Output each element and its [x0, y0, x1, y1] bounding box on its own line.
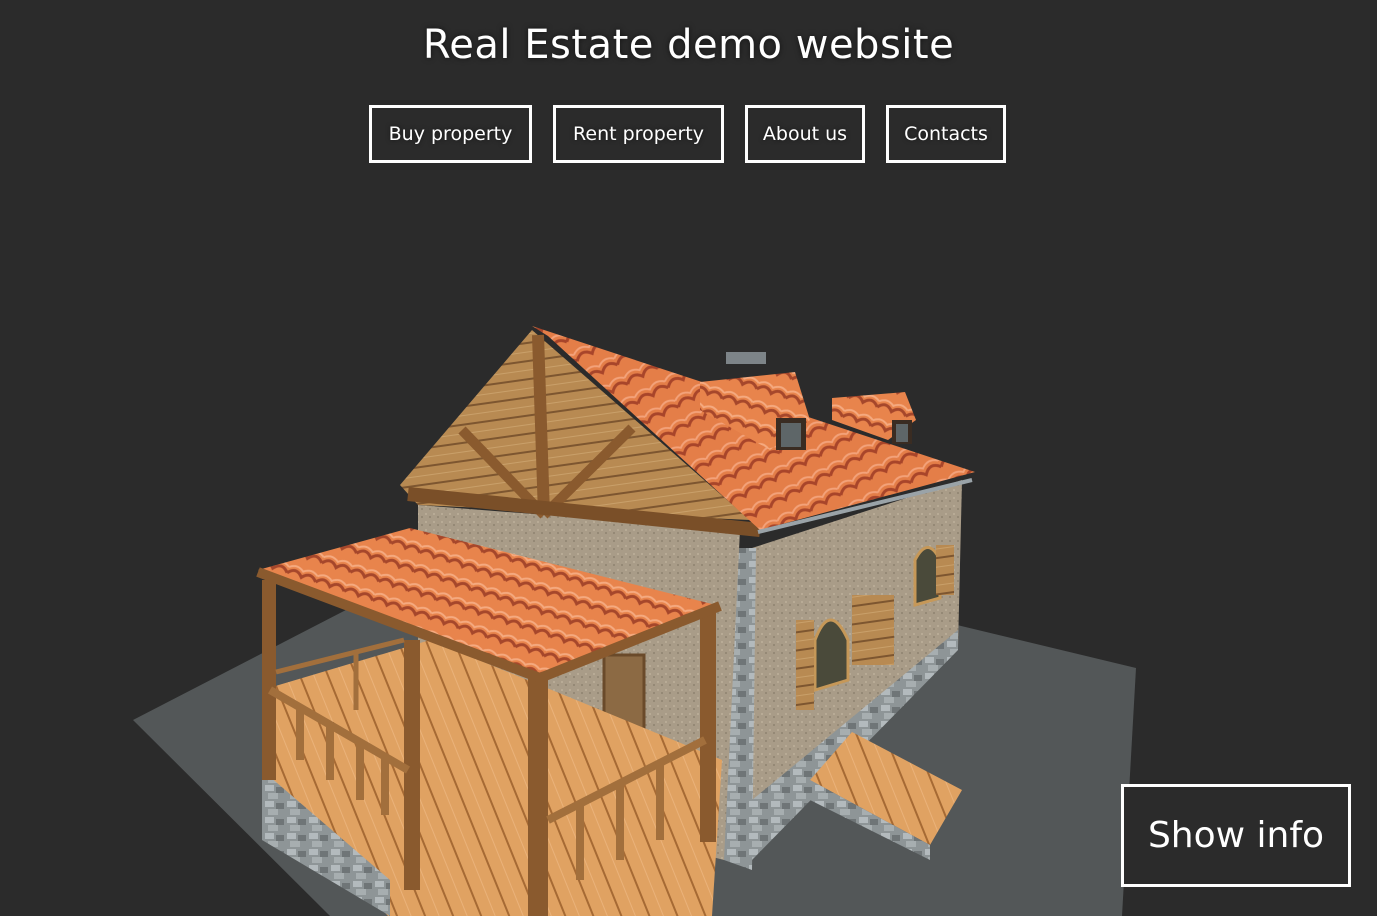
porch-post-1	[262, 580, 276, 780]
page-title: Real Estate demo website	[422, 22, 955, 68]
buy-property-button[interactable]: Buy property	[369, 105, 532, 163]
app-root: Real Estate demo website Buy property Re…	[0, 0, 1377, 916]
rent-property-button[interactable]: Rent property	[553, 105, 724, 163]
chimney	[726, 352, 766, 364]
show-info-button[interactable]: Show info	[1121, 784, 1351, 887]
porch-post-3	[528, 672, 548, 916]
gable-beam-vertical	[532, 334, 550, 516]
about-us-button[interactable]: About us	[745, 105, 865, 163]
contacts-button[interactable]: Contacts	[886, 105, 1006, 163]
porch-post-4	[700, 612, 716, 842]
